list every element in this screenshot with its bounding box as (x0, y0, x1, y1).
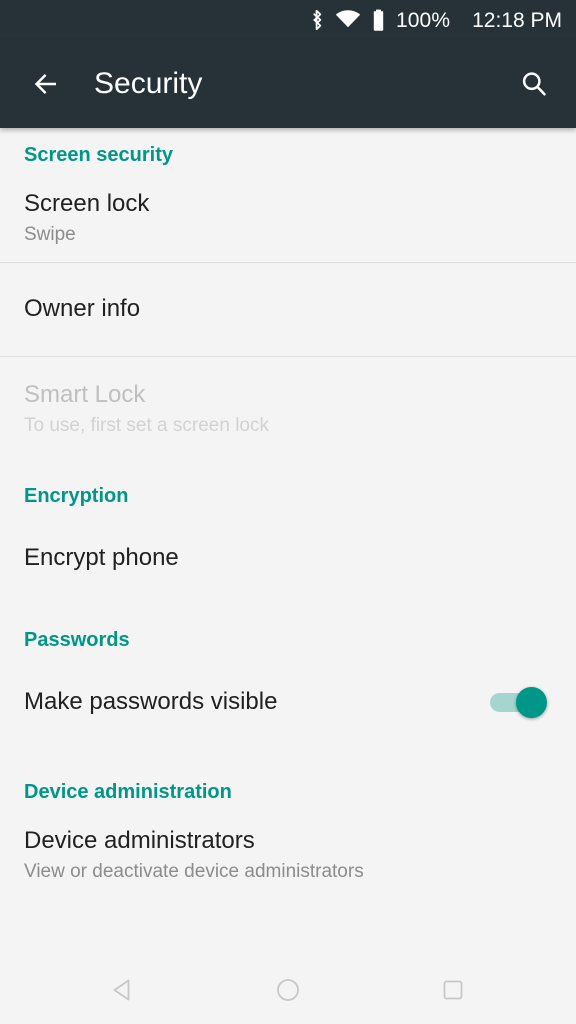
wifi-icon (335, 8, 361, 32)
list-item-device-administrators[interactable]: Device administrators View or deactivate… (0, 819, 576, 893)
section-header-screen-security: Screen security (24, 143, 173, 166)
list-item-title: Encrypt phone (24, 543, 179, 571)
list-item-subtitle: To use, first set a screen lock (24, 415, 269, 437)
clock-label: 12:18 PM (472, 8, 562, 32)
toggle-thumb (516, 687, 547, 718)
list-item-encrypt-phone[interactable]: Encrypt phone (0, 523, 576, 593)
status-icon-group: 100% 12:18 PM (309, 8, 562, 32)
list-item-screen-lock[interactable]: Screen lock Swipe (0, 182, 576, 262)
app-bar: Security (0, 40, 576, 128)
page-title: Security (94, 67, 203, 100)
list-item-texts: Screen lock Swipe (24, 190, 552, 247)
list-item-texts: Encrypt phone (24, 544, 552, 572)
search-icon (522, 72, 546, 96)
list-item-smart-lock: Smart Lock To use, first set a screen lo… (0, 357, 576, 449)
list-item-title: Smart Lock (24, 381, 146, 408)
section-header-passwords: Passwords (24, 628, 130, 651)
list-item-subtitle: Swipe (24, 224, 76, 246)
security-settings-screen: 100% 12:18 PM Security Screen security S… (0, 0, 576, 1024)
section-header-device-administration: Device administration (24, 780, 232, 803)
status-bar: 100% 12:18 PM (0, 0, 576, 40)
system-navigation-bar (0, 956, 576, 1024)
list-item-title: Owner info (24, 295, 141, 323)
circle-home-icon (277, 979, 299, 1001)
triangle-back-icon (113, 979, 130, 1001)
list-item-subtitle: View or deactivate device administrators (24, 861, 364, 883)
list-item-texts: Smart Lock To use, first set a screen lo… (24, 381, 552, 438)
list-item-texts: Owner info (24, 295, 552, 323)
list-item-title: Device administrators (24, 827, 255, 854)
list-item-texts: Device administrators View or deactivate… (24, 827, 552, 884)
square-recents-icon (443, 980, 463, 1000)
battery-percent-label: 100% (395, 8, 451, 32)
list-item-title: Screen lock (24, 190, 150, 217)
nav-home-button[interactable] (248, 960, 328, 1020)
nav-recents-button[interactable] (413, 960, 493, 1020)
back-button[interactable] (22, 60, 70, 108)
battery-full-icon (371, 8, 386, 32)
list-item-title: Make passwords visible (24, 687, 278, 715)
bluetooth-icon (309, 8, 325, 32)
nav-back-button[interactable] (83, 960, 163, 1020)
list-item-owner-info[interactable]: Owner info (0, 263, 576, 356)
make-passwords-visible-toggle[interactable] (490, 684, 552, 720)
section-header-encryption: Encryption (24, 484, 129, 507)
arrow-back-icon (34, 74, 56, 94)
search-button[interactable] (510, 60, 558, 108)
list-item-texts: Make passwords visible (24, 688, 474, 716)
list-item-make-passwords-visible[interactable]: Make passwords visible (0, 667, 576, 737)
settings-list[interactable]: Screen security Screen lock Swipe Owner … (0, 128, 576, 956)
